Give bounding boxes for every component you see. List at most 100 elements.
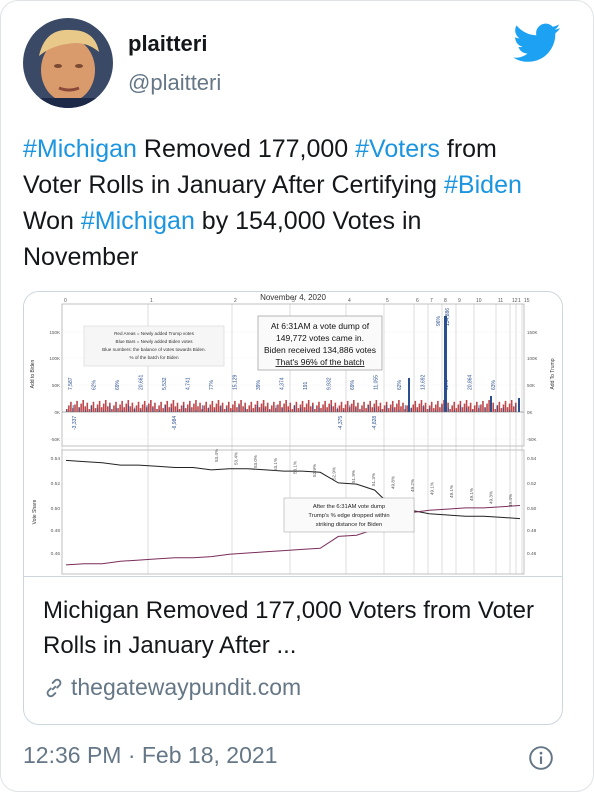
trump-area-bar bbox=[316, 405, 318, 412]
x-tick-label: 1 bbox=[150, 298, 153, 304]
trump-area-bar bbox=[492, 402, 494, 412]
avatar[interactable] bbox=[23, 18, 113, 108]
biden-bar-large bbox=[408, 378, 410, 412]
biden-bar bbox=[195, 410, 197, 412]
legend-line: Red Areas = Newly added Trump votes bbox=[114, 331, 194, 336]
bottom-annotation-line: Trump's % edge dropped within bbox=[308, 513, 389, 519]
hashtag-michigan[interactable]: #Michigan bbox=[81, 207, 195, 235]
tweet-timestamp[interactable]: 12:36 PM · Feb 18, 2021 bbox=[23, 742, 277, 769]
trump-area-bar bbox=[88, 409, 91, 412]
bar-value-label: 20,864 bbox=[468, 374, 474, 390]
biden-bar bbox=[220, 405, 222, 412]
y-tick-bottom-left: 0.50 bbox=[51, 506, 61, 512]
trump-area-bar bbox=[320, 408, 322, 412]
trump-area-bar bbox=[285, 400, 287, 412]
display-name[interactable]: plaitteri bbox=[128, 31, 207, 57]
trump-area-bar bbox=[334, 402, 337, 412]
link-icon bbox=[46, 678, 62, 697]
trump-area-bar bbox=[205, 401, 207, 412]
bar-value-label: 15,129 bbox=[233, 374, 239, 390]
trump-area-bar bbox=[432, 408, 435, 412]
trump-share-label: 53.1% bbox=[273, 458, 278, 471]
bar-value-label: 9,932 bbox=[327, 377, 333, 390]
biden-bar bbox=[257, 405, 259, 412]
domain-text: thegatewaypundit.com bbox=[71, 674, 302, 700]
trump-area-bar bbox=[420, 400, 423, 412]
hashtag-michigan[interactable]: #Michigan bbox=[23, 135, 137, 163]
trump-area-bar bbox=[135, 405, 138, 412]
vote-chart: November 4, 20200 1 2 3 4 5 6 7 8 9 10 11 12 1 15150K1… bbox=[30, 293, 556, 575]
trump-area-bar bbox=[150, 400, 152, 412]
biden-bar bbox=[374, 407, 375, 412]
biden-bar bbox=[91, 405, 92, 412]
trump-area-bar bbox=[76, 400, 78, 412]
trump-area-bar bbox=[160, 401, 162, 412]
trump-area-bar bbox=[414, 400, 417, 412]
y-axis-label-bottom: Vote Share bbox=[32, 499, 38, 524]
trump-area-bar bbox=[236, 407, 238, 412]
trump-share-label: 49.1% bbox=[469, 488, 474, 501]
trump-area-bar bbox=[322, 404, 324, 412]
bar-value-label: 7,587 bbox=[68, 377, 74, 390]
annotation-line: At 6:31AM a vote dump of bbox=[271, 321, 370, 331]
link-card-domain[interactable]: thegatewaypundit.com bbox=[43, 674, 301, 701]
trump-share-label: 49.3% bbox=[488, 491, 493, 504]
biden-bar bbox=[263, 407, 265, 412]
trump-area-bar bbox=[328, 403, 330, 412]
legend-line: Blue numbers: the balance of votes towar… bbox=[102, 347, 206, 352]
negative-value-label: -4,375 bbox=[338, 416, 344, 430]
x-tick-label: 9 bbox=[458, 298, 461, 304]
trump-area-bar bbox=[221, 402, 224, 412]
trump-area-bar bbox=[303, 407, 306, 412]
avatar-image bbox=[23, 18, 113, 108]
info-icon[interactable] bbox=[528, 745, 554, 771]
trump-area-bar bbox=[451, 405, 453, 412]
y-tick-bottom-right: 0.54 bbox=[527, 456, 537, 462]
annotation-line: That's 96% of the batch bbox=[275, 357, 364, 367]
hashtag-biden[interactable]: #Biden bbox=[444, 171, 522, 199]
trump-area-bar bbox=[148, 403, 150, 412]
biden-bar bbox=[244, 407, 246, 412]
link-preview-card[interactable]: November 4, 2020 0 1 2 3 4 5 6 7 8 9 10 11 12 1 15 150K 1… bbox=[23, 291, 563, 725]
user-handle[interactable]: @plaitteri bbox=[128, 70, 221, 96]
trump-area-bar bbox=[191, 407, 193, 412]
trump-area-bar bbox=[86, 402, 89, 412]
bottom-annotation-line: After the 6:31AM vote dump bbox=[313, 504, 385, 510]
biden-bar bbox=[337, 407, 338, 412]
link-card-title[interactable]: Michigan Removed 177,000 Voters from Vot… bbox=[43, 593, 543, 663]
biden-bar bbox=[109, 405, 111, 412]
trump-area-bar bbox=[424, 402, 427, 412]
biden-bar bbox=[300, 407, 302, 412]
bar-value-label: 4,374 bbox=[280, 377, 286, 390]
biden-bar bbox=[269, 410, 271, 412]
trump-area-bar bbox=[143, 400, 146, 412]
y-tick-right: 150K bbox=[527, 330, 538, 335]
tweet-text-segment: Removed 177,000 bbox=[136, 135, 356, 163]
trump-area-bar bbox=[402, 402, 404, 412]
biden-bar bbox=[165, 405, 166, 412]
trump-share-label: 53.4% bbox=[234, 452, 239, 465]
biden-bar bbox=[343, 410, 345, 412]
preview-chart-image: November 4, 2020 0 1 2 3 4 5 6 7 8 9 10 11 12 1 15 150K 1… bbox=[24, 292, 562, 577]
trump-area-bar bbox=[314, 409, 316, 412]
biden-bar bbox=[441, 405, 443, 412]
biden-bar bbox=[115, 407, 117, 412]
y-tick-right: 0K bbox=[527, 410, 533, 415]
trump-area-bar bbox=[346, 400, 349, 412]
hashtag-voters[interactable]: #Voters bbox=[355, 135, 440, 163]
y-tick-bottom-right: 0.50 bbox=[527, 506, 537, 512]
trump-area-bar bbox=[168, 407, 171, 412]
y-tick-bottom-right: 0.48 bbox=[527, 528, 537, 534]
y-tick-left: 100K bbox=[49, 356, 60, 361]
biden-bar bbox=[128, 405, 129, 412]
trump-area-bar bbox=[506, 407, 509, 412]
bar-value-label: 62% bbox=[92, 379, 98, 390]
trump-share-label: 49.1% bbox=[449, 485, 454, 498]
biden-bar bbox=[367, 405, 369, 412]
annotation-line: 149,772 votes came in. bbox=[276, 333, 364, 343]
biden-bar bbox=[177, 410, 179, 412]
trump-area-bar bbox=[234, 400, 236, 412]
twitter-bird-icon[interactable] bbox=[514, 23, 561, 63]
trump-area-bar bbox=[98, 400, 101, 412]
trump-area-bar bbox=[74, 404, 76, 412]
